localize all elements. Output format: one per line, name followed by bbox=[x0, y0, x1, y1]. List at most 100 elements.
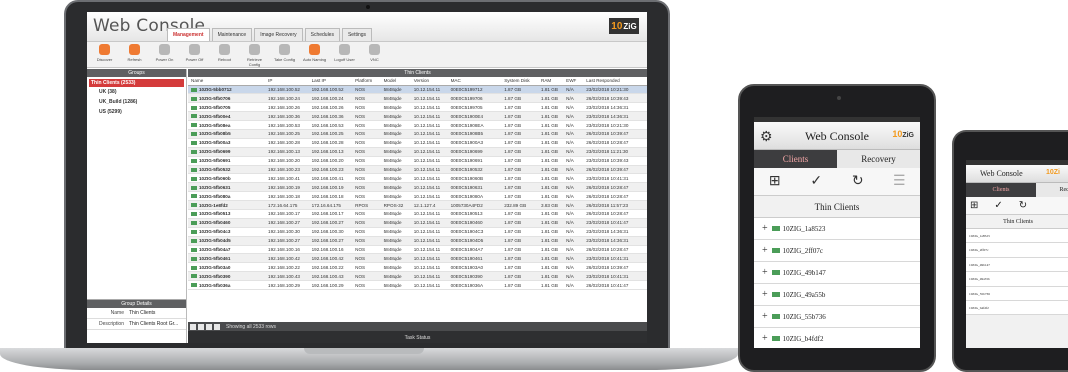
table-cell: 1.81 GB bbox=[538, 253, 564, 264]
table-cell: 1.87 GB bbox=[501, 173, 539, 184]
tree-node-uk-build[interactable]: UK_Build (1286) bbox=[89, 97, 184, 107]
table-row[interactable]: 10ZIG-1e8fd2 172.16.64.175 172.16.64.175 RP… bbox=[188, 200, 647, 210]
list-item[interactable]: +10ZIG_55b736 bbox=[754, 306, 920, 328]
column-header[interactable]: Platform bbox=[352, 77, 381, 86]
menu-icon[interactable]: ☰ bbox=[888, 172, 910, 192]
expand-icon[interactable]: + bbox=[762, 267, 768, 278]
table-cell: 1.81 GB bbox=[538, 227, 564, 237]
table-row[interactable]: 10ZIG-5fb0390 192.168.100.43 192.168.100.4… bbox=[188, 271, 647, 282]
table-row[interactable]: 10ZIG-5fb04c3 192.168.100.30 192.168.100.3… bbox=[188, 227, 647, 237]
table-cell: 23/02/2018 14:36:31 bbox=[583, 236, 647, 246]
table-row[interactable]: 10ZIG-5fb0460 192.168.100.27 192.168.100.2… bbox=[188, 218, 647, 228]
tree-node-us[interactable]: US (5299) bbox=[89, 107, 184, 117]
list-item[interactable]: 10ZIG_2ff07c bbox=[966, 243, 1068, 258]
prev-page-button[interactable] bbox=[198, 323, 204, 330]
tree-node-uk[interactable]: UK (38) bbox=[89, 87, 184, 97]
thin-client-icon bbox=[191, 212, 197, 217]
list-item[interactable]: 10ZIG_49a55b bbox=[966, 272, 1068, 287]
tab-management[interactable]: Management bbox=[167, 28, 210, 41]
list-item[interactable]: +10ZIG_2ff07c bbox=[754, 240, 920, 262]
toolbar-button-0[interactable]: Discover bbox=[91, 44, 118, 62]
toolbar-button-4[interactable]: Reboot bbox=[211, 44, 238, 62]
column-header[interactable]: Version bbox=[410, 77, 448, 86]
list-item[interactable]: 10ZIG_49b147 bbox=[966, 257, 1068, 273]
refresh-icon[interactable]: ↻ bbox=[847, 172, 869, 192]
task-status[interactable]: Task Status bbox=[188, 331, 647, 343]
column-header[interactable]: System Disk bbox=[501, 77, 539, 86]
first-page-button[interactable] bbox=[190, 323, 196, 330]
refresh-icon[interactable]: ↻ bbox=[1019, 200, 1027, 211]
column-header[interactable]: Last Responded bbox=[583, 77, 647, 86]
table-row[interactable]: 10ZIG-5fb08ea 192.168.100.53 192.168.100.5… bbox=[188, 120, 647, 130]
column-header[interactable]: Name bbox=[188, 77, 266, 86]
table-row[interactable]: 10ZIG-5fb04a7 192.168.100.16 192.168.100.1… bbox=[188, 245, 647, 255]
list-item[interactable]: 10ZIG_55b736 bbox=[966, 286, 1068, 301]
expand-icon[interactable]: + bbox=[762, 311, 768, 322]
table-cell: 00E0C51904A7 bbox=[447, 245, 502, 255]
expand-icon[interactable]: + bbox=[762, 223, 768, 234]
table-row[interactable]: 10ZIG-5bb0712 192.168.100.52 192.168.100.5… bbox=[188, 85, 647, 95]
check-icon[interactable]: ✓ bbox=[805, 172, 827, 192]
tab-image-recovery[interactable]: Image Recovery bbox=[254, 28, 303, 41]
column-header[interactable]: MAC bbox=[447, 77, 502, 86]
table-cell: 5848qde bbox=[380, 138, 411, 148]
toolbar-button-2[interactable]: Power On bbox=[151, 44, 178, 62]
column-header[interactable]: Last IP bbox=[308, 77, 353, 86]
table-row[interactable]: 10ZIG-5fb0631 192.168.100.19 192.168.100.1… bbox=[188, 182, 647, 193]
client-name: 10ZIG-5fb0706 bbox=[199, 95, 231, 101]
table-row[interactable]: 10ZIG-5fb0691 192.168.100.20 192.168.100.2… bbox=[188, 156, 647, 166]
check-icon[interactable]: ✓ bbox=[994, 200, 1002, 211]
column-header[interactable]: Model bbox=[380, 77, 411, 86]
toolbar-button-1[interactable]: Refresh bbox=[121, 44, 148, 62]
tab-clients[interactable]: Clients bbox=[966, 183, 1036, 197]
expand-icon[interactable]: + bbox=[762, 245, 768, 256]
toolbar-button-7[interactable]: Auto Naming bbox=[301, 44, 328, 62]
table-cell: 26/02/2018 10:28:47 bbox=[583, 209, 647, 219]
list-item[interactable]: 10ZIG_b4fdf2 bbox=[966, 300, 1068, 316]
tab-recovery[interactable]: Recovery bbox=[1036, 183, 1068, 197]
list-item[interactable]: 10ZIG_1a8523 bbox=[966, 229, 1068, 244]
tree-icon[interactable]: ⊞ bbox=[970, 200, 978, 211]
table-row[interactable]: 10ZIG-5fb00e4 192.168.100.36 192.168.100.3… bbox=[188, 111, 647, 122]
toolbar-button-5[interactable]: Retrieve Config bbox=[241, 44, 268, 67]
table-row[interactable]: 10ZIG-5fb04d5 192.168.100.27 192.168.100.2… bbox=[188, 236, 647, 246]
column-header[interactable]: IP bbox=[265, 77, 309, 86]
table-row[interactable]: 10ZIG-5fb0699 192.168.100.13 192.168.100.1… bbox=[188, 147, 647, 157]
table-row[interactable]: 10ZIG-5fb036a 192.168.100.29 192.168.100.2… bbox=[188, 280, 647, 290]
table-row[interactable]: 10ZIG-5fb00a3 192.168.100.28 192.168.100.2… bbox=[188, 138, 647, 148]
table-row[interactable]: 10ZIG-5fb060b 192.168.100.41 192.168.100.4… bbox=[188, 173, 647, 184]
column-header[interactable]: EWF bbox=[563, 77, 584, 86]
last-page-button[interactable] bbox=[214, 323, 220, 330]
toolbar-button-8[interactable]: Logoff User bbox=[331, 44, 358, 62]
expand-icon[interactable]: + bbox=[762, 289, 768, 300]
table-row[interactable]: 10ZIG-5fb0461 192.168.100.42 192.168.100.4… bbox=[188, 253, 647, 264]
toolbar-button-9[interactable]: VNC bbox=[361, 44, 388, 62]
client-name: 10ZIG-5fb0460 bbox=[199, 220, 231, 226]
table-row[interactable]: 10ZIG-5fb08b5 192.168.100.25 192.168.100.2… bbox=[188, 129, 647, 139]
tab-clients[interactable]: Clients bbox=[754, 150, 837, 168]
row-count: Showing all 2533 rows bbox=[226, 323, 277, 330]
table-row[interactable]: 10ZIG-5fb080a 192.168.100.18 192.168.100.1… bbox=[188, 191, 647, 202]
toolbar-button-6[interactable]: Take Config bbox=[271, 44, 298, 62]
list-item[interactable]: +10ZIG_b4fdf2 bbox=[754, 328, 920, 348]
tab-recovery[interactable]: Recovery bbox=[837, 150, 920, 168]
table-row[interactable]: 10ZIG-5fb03a0 192.168.100.22 192.168.100.2… bbox=[188, 262, 647, 273]
tree-icon[interactable]: ⊞ bbox=[764, 172, 786, 192]
expand-icon[interactable]: + bbox=[762, 333, 768, 344]
table-cell: 1.81 GB bbox=[538, 156, 564, 166]
table-row[interactable]: 10ZIG-5fb0513 192.168.100.17 192.168.100.1… bbox=[188, 209, 647, 219]
toolbar-button-3[interactable]: Power Off bbox=[181, 44, 208, 62]
list-item[interactable]: +10ZIG_49b147 bbox=[754, 262, 920, 284]
thin-client-icon bbox=[191, 256, 197, 261]
table-row[interactable]: 10ZIG-5fb0705 192.168.100.26 192.168.100.2… bbox=[188, 102, 647, 113]
table-row[interactable]: 10ZIG-5fb0706 192.168.100.24 192.168.100.2… bbox=[188, 93, 647, 104]
tab-schedules[interactable]: Schedules bbox=[304, 28, 340, 41]
tree-root-thin-clients[interactable]: Thin Clients (2533) bbox=[89, 79, 184, 87]
list-item[interactable]: +10ZIG_1a8523 bbox=[754, 218, 920, 240]
list-item[interactable]: +10ZIG_49a55b bbox=[754, 284, 920, 306]
table-row[interactable]: 10ZIG-5fb0532 192.168.100.23 192.168.100.2… bbox=[188, 165, 647, 175]
tab-settings[interactable]: Settings bbox=[341, 28, 373, 41]
next-page-button[interactable] bbox=[206, 323, 212, 330]
tab-maintenance[interactable]: Maintenance bbox=[211, 28, 253, 41]
column-header[interactable]: RAM bbox=[538, 77, 564, 86]
